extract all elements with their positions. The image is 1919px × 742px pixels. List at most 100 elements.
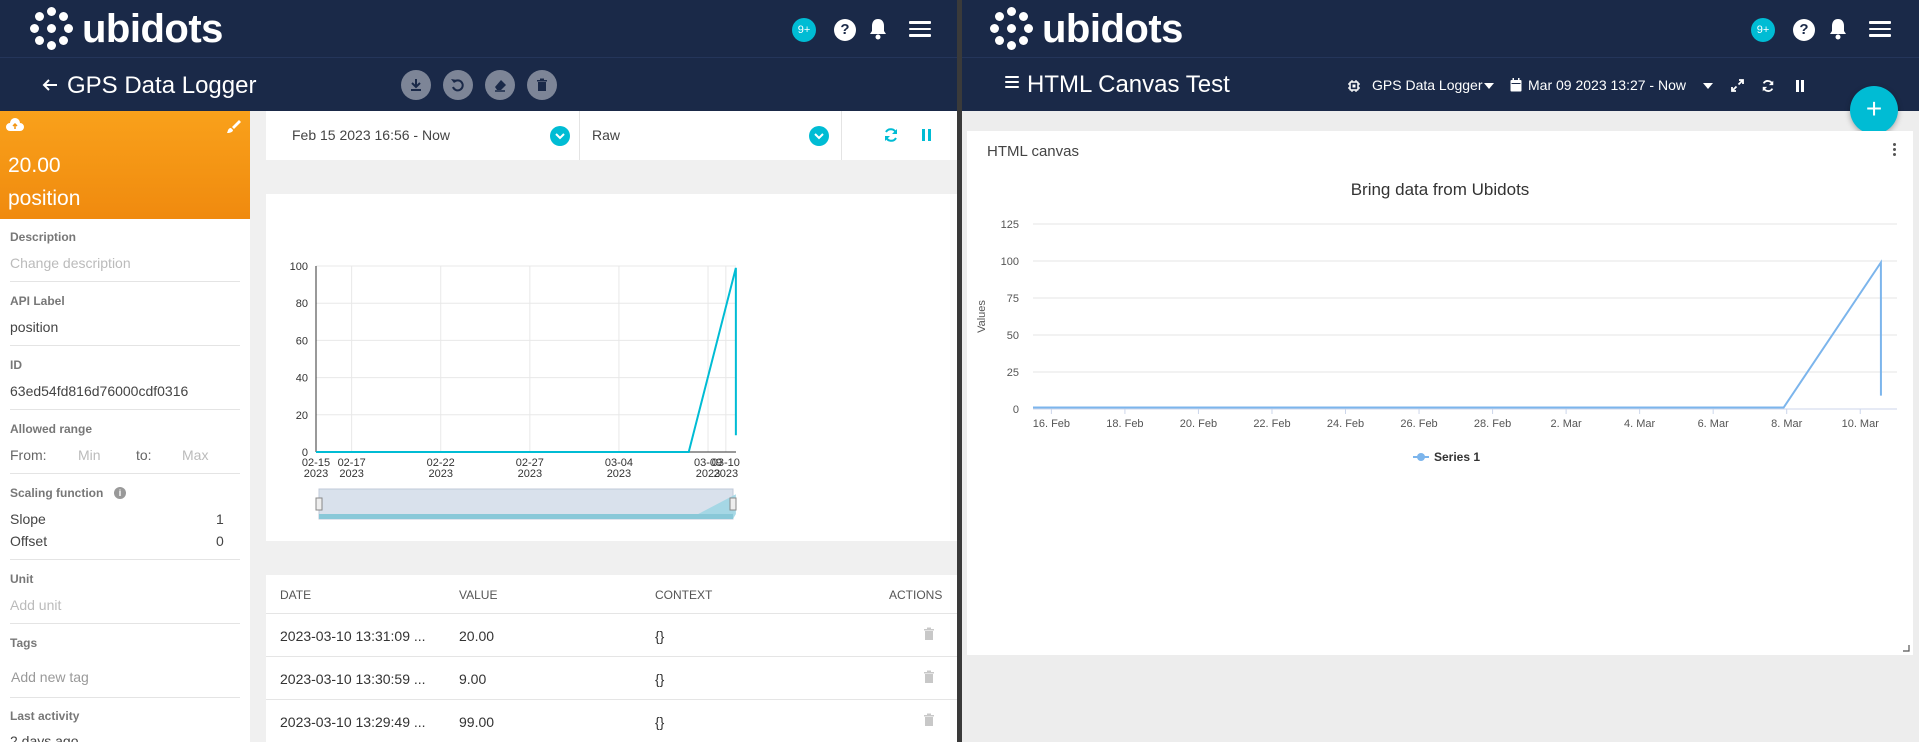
slope-label: Slope: [10, 511, 46, 527]
help-icon[interactable]: ?: [834, 19, 856, 41]
slope-value[interactable]: 1: [216, 511, 224, 527]
main-menu-icon[interactable]: [909, 17, 931, 41]
undo-icon: [451, 79, 464, 92]
top-navbar: ubidots 9+ ?: [962, 0, 1919, 57]
y-tick-label: 75: [1007, 293, 1019, 305]
tags-label: Tags: [10, 636, 38, 650]
resize-handle-icon[interactable]: [1902, 644, 1910, 652]
main-menu-icon[interactable]: [1869, 17, 1891, 41]
table-row[interactable]: 2023-03-10 13:29:49 ... 99.00 {}: [266, 700, 957, 742]
brand-name: ubidots: [82, 6, 223, 51]
date-range-dropdown[interactable]: [550, 126, 570, 146]
refresh-icon[interactable]: [1761, 79, 1775, 93]
x-tick-label-line: 2023: [714, 468, 738, 480]
date-range-picker[interactable]: Feb 15 2023 16:56 - Now: [292, 127, 450, 143]
row-value[interactable]: 99.00: [459, 714, 494, 730]
pause-icon[interactable]: [921, 128, 933, 142]
range-min-input[interactable]: Min: [78, 447, 101, 463]
description-input[interactable]: Change description: [10, 255, 131, 271]
pause-icon[interactable]: [1795, 80, 1805, 92]
table-row[interactable]: 2023-03-10 13:31:09 ... 20.00 {}: [266, 614, 957, 656]
x-tick-label: 02-27 2023: [516, 457, 544, 480]
delete-row-icon[interactable]: [923, 670, 935, 684]
chevron-down-icon: [814, 133, 824, 140]
row-value[interactable]: 20.00: [459, 628, 494, 644]
allowed-range-label: Allowed range: [10, 422, 93, 436]
device-title: GPS Data Logger: [67, 72, 257, 99]
divider: [841, 111, 842, 160]
x-tick-label: 10. Mar: [1842, 418, 1880, 430]
caret-down-icon[interactable]: [1484, 83, 1494, 89]
ubidots-logo[interactable]: ubidots: [990, 7, 1183, 51]
y-tick-label: 20: [296, 410, 308, 422]
ubidots-logo[interactable]: ubidots: [30, 6, 223, 51]
offset-value[interactable]: 0: [216, 533, 224, 549]
x-tick-label: 03-10 2023: [712, 457, 740, 480]
row-context[interactable]: {}: [655, 628, 664, 644]
table-row[interactable]: 2023-03-10 13:30:59 ... 9.00 {}: [266, 657, 957, 699]
x-tick-label: 26. Feb: [1400, 418, 1437, 430]
paint-brush-icon[interactable]: [226, 119, 241, 134]
api-label-label: API Label: [10, 294, 65, 308]
x-tick-label: 28. Feb: [1474, 418, 1511, 430]
last-activity-label: Last activity: [10, 709, 80, 723]
row-context[interactable]: {}: [655, 714, 664, 730]
aggregation-dropdown[interactable]: [809, 126, 829, 146]
help-icon[interactable]: ?: [1793, 19, 1815, 41]
y-tick-label: 50: [1007, 330, 1019, 342]
id-label: ID: [10, 358, 22, 372]
variable-chart-card: 0 20 40 60 80 100 02-15 2023 02-17 2023 02-22 2023 0…: [266, 194, 957, 541]
offset-label: Offset: [10, 533, 48, 549]
notifications-badge[interactable]: 9+: [792, 18, 816, 42]
delete-row-icon[interactable]: [923, 713, 935, 727]
values-table: DATE VALUE CONTEXT ACTIONS 2023-03-10 13…: [266, 575, 957, 742]
undo-button[interactable]: [443, 70, 473, 100]
download-button[interactable]: [401, 70, 431, 100]
series-line: [316, 267, 737, 453]
dashboard-pane: ubidots 9+ ? HTML Canvas Test GPS Data L…: [962, 0, 1919, 742]
variable-name[interactable]: position: [8, 187, 80, 211]
column-header-context[interactable]: CONTEXT: [655, 588, 712, 602]
caret-down-icon[interactable]: [1703, 83, 1713, 89]
trash-icon: [537, 78, 547, 91]
y-tick-label: 125: [1001, 219, 1019, 231]
dashboard-date-range[interactable]: Mar 09 2023 13:27 - Now: [1528, 77, 1686, 93]
chart-title: Bring data from Ubidots: [1351, 180, 1530, 199]
device-selector[interactable]: GPS Data Logger: [1372, 77, 1483, 93]
notifications-badge[interactable]: 9+: [1751, 18, 1775, 42]
column-header-value[interactable]: VALUE: [459, 588, 497, 602]
delete-row-icon[interactable]: [923, 627, 935, 641]
column-header-date[interactable]: DATE: [280, 588, 311, 602]
x-tick-label: 16. Feb: [1033, 418, 1070, 430]
refresh-icon[interactable]: [883, 127, 899, 143]
fullscreen-icon[interactable]: [1731, 79, 1744, 92]
html-canvas-chart[interactable]: Bring data from Ubidots Values 0 25 50 75 100 1…: [967, 171, 1913, 601]
delete-button[interactable]: [527, 70, 557, 100]
cloud-upload-icon[interactable]: [6, 118, 24, 132]
row-date: 2023-03-10 13:29:49 ...: [280, 714, 426, 730]
divider: [10, 623, 240, 624]
divider: [10, 697, 240, 698]
logo-dots-icon: [30, 7, 74, 51]
html-canvas-widget: HTML canvas Bring data from Ubidots Value…: [967, 131, 1913, 655]
bell-icon[interactable]: [1828, 18, 1848, 40]
add-widget-button[interactable]: +: [1850, 86, 1898, 134]
api-label-input[interactable]: position: [10, 319, 58, 335]
erase-button[interactable]: [485, 70, 515, 100]
widget-options-icon[interactable]: [1893, 143, 1897, 156]
unit-input[interactable]: Add unit: [10, 597, 61, 613]
row-context[interactable]: {}: [655, 671, 664, 687]
range-max-input[interactable]: Max: [182, 447, 208, 463]
description-label: Description: [10, 230, 77, 244]
dashboards-menu-icon[interactable]: [1005, 73, 1019, 91]
back-arrow-icon[interactable]: [42, 77, 58, 93]
variable-line-chart[interactable]: 02040608010002-15 202302-17 202302-22 20230…: [266, 194, 957, 541]
bell-icon[interactable]: [868, 18, 888, 40]
row-value[interactable]: 9.00: [459, 671, 486, 687]
chevron-down-icon: [555, 133, 565, 140]
device-pane: ubidots 9+ ? GPS Data Logger 20.00 posit…: [0, 0, 957, 742]
add-tag-input[interactable]: Add new tag: [11, 669, 89, 685]
x-tick-label: 6. Mar: [1698, 418, 1730, 430]
info-icon[interactable]: i: [114, 487, 126, 499]
aggregation-select[interactable]: Raw: [592, 127, 620, 143]
